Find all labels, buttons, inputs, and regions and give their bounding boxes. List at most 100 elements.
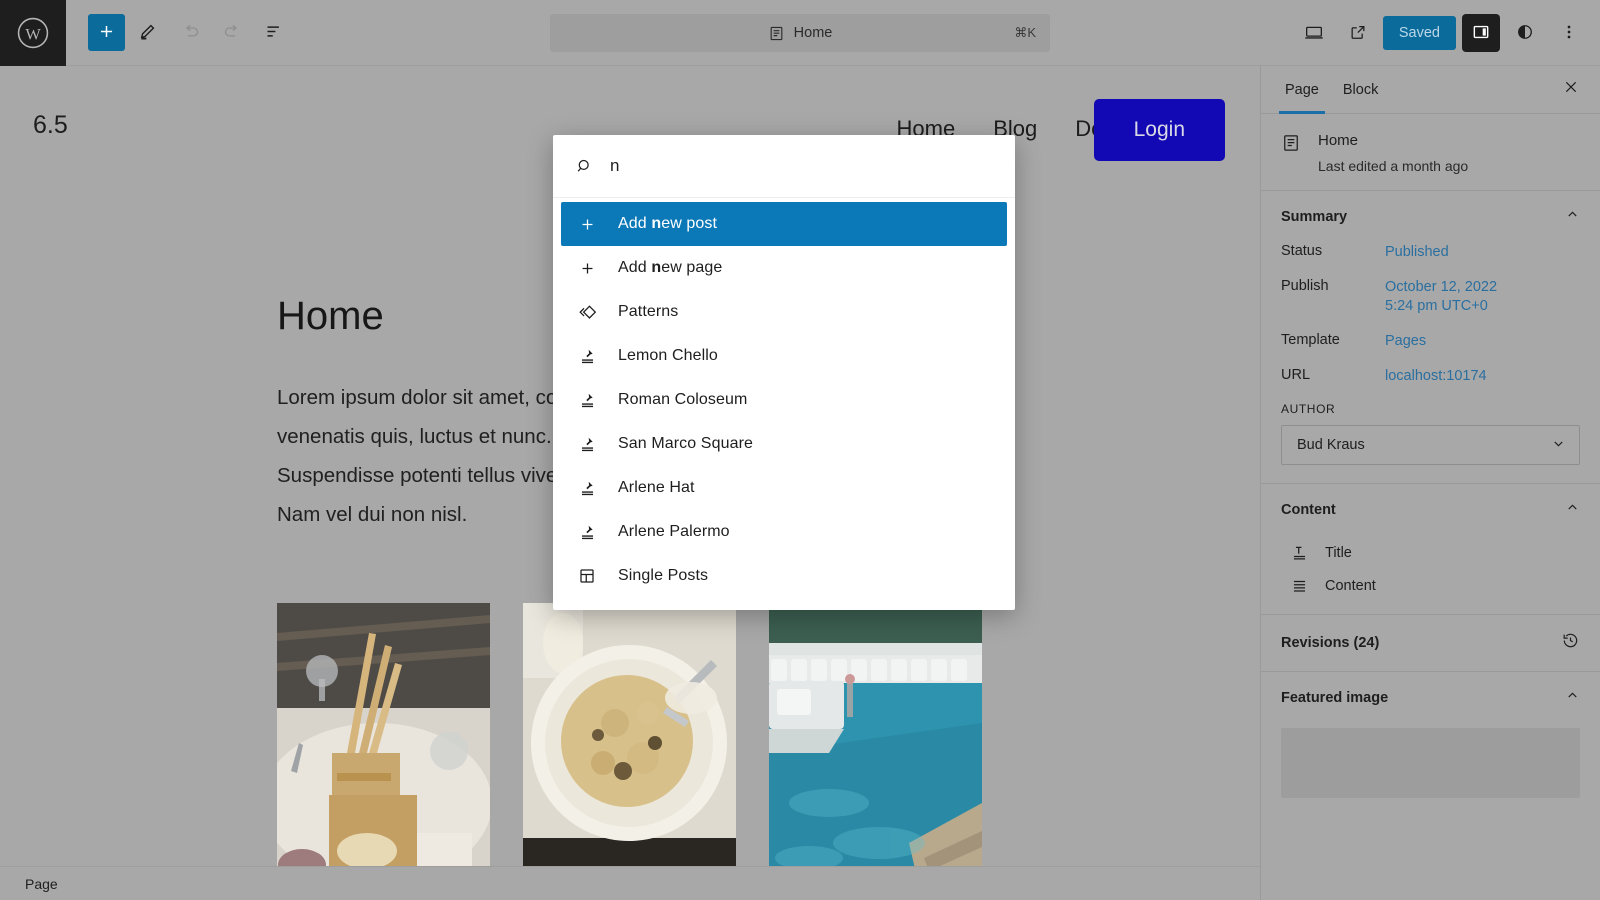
summary-section-header[interactable]: Summary bbox=[1261, 191, 1600, 243]
content-item-content[interactable]: Content bbox=[1261, 569, 1600, 602]
settings-sidebar-toggle[interactable] bbox=[1462, 14, 1500, 52]
saved-button[interactable]: Saved bbox=[1383, 16, 1456, 50]
desktop-preview-button[interactable] bbox=[1295, 14, 1333, 52]
post-pin-icon bbox=[575, 523, 599, 542]
summary-row-publish: Publish October 12, 2022 5:24 pm UTC+0 bbox=[1281, 278, 1580, 316]
patterns-diamond-icon bbox=[575, 303, 599, 322]
more-options-button[interactable] bbox=[1550, 14, 1588, 52]
list-view-icon bbox=[264, 21, 285, 45]
sidebar-panel-icon bbox=[1471, 22, 1491, 45]
command-palette-list: Add new post Add new page Patterns bbox=[553, 198, 1015, 610]
featured-image-section-header[interactable]: Featured image bbox=[1261, 672, 1600, 724]
command-item-label: Patterns bbox=[618, 303, 678, 321]
plus-icon bbox=[97, 22, 116, 44]
content-title: Content bbox=[1281, 502, 1336, 518]
sidebar-tabs: Page Block bbox=[1261, 66, 1600, 114]
restaurant-table-breadsticks-photo[interactable] bbox=[277, 603, 490, 866]
command-bar-title: Home bbox=[794, 25, 833, 41]
row-label: Publish bbox=[1281, 278, 1385, 294]
document-last-edited: Last edited a month ago bbox=[1318, 158, 1468, 174]
summary-row-status: Status Published bbox=[1281, 243, 1580, 262]
author-value: Bud Kraus bbox=[1297, 437, 1365, 453]
row-label: Status bbox=[1281, 243, 1385, 259]
url-value[interactable]: localhost:10174 bbox=[1385, 367, 1487, 386]
command-item-arlene-hat[interactable]: Arlene Hat bbox=[561, 466, 1007, 510]
content-item-label: Title bbox=[1325, 545, 1352, 561]
command-item-patterns[interactable]: Patterns bbox=[561, 290, 1007, 334]
tab-block[interactable]: Block bbox=[1331, 66, 1390, 114]
command-item-label: Arlene Hat bbox=[618, 479, 695, 497]
image-gallery bbox=[277, 603, 982, 866]
title-block-icon bbox=[1287, 543, 1311, 562]
redo-arrow-icon bbox=[222, 21, 243, 45]
command-item-label: Lemon Chello bbox=[618, 347, 718, 365]
document-summary-row[interactable]: Home Last edited a month ago bbox=[1261, 114, 1600, 191]
settings-sidebar: Page Block Home Last edited a month ago bbox=[1260, 66, 1600, 900]
summary-title: Summary bbox=[1281, 209, 1347, 225]
pencil-icon bbox=[138, 21, 158, 44]
content-item-label: Content bbox=[1325, 578, 1376, 594]
chevron-down-icon bbox=[1551, 436, 1566, 455]
plus-icon bbox=[575, 260, 599, 277]
login-button[interactable]: Login bbox=[1094, 99, 1225, 161]
search-magnifier-icon bbox=[575, 157, 594, 176]
three-dots-vertical-icon bbox=[1559, 22, 1579, 45]
redo-button[interactable] bbox=[213, 14, 251, 52]
editor-status-bar: Page bbox=[0, 866, 1260, 900]
view-site-button[interactable] bbox=[1339, 14, 1377, 52]
status-value[interactable]: Published bbox=[1385, 243, 1449, 262]
command-palette-search-row bbox=[553, 135, 1015, 198]
chevron-up-icon bbox=[1565, 500, 1580, 520]
styles-button[interactable] bbox=[1506, 14, 1544, 52]
command-bar-shortcut: ⌘K bbox=[1014, 25, 1036, 41]
summary-row-url: URL localhost:10174 bbox=[1281, 367, 1580, 386]
command-bar-button[interactable]: Home ⌘K bbox=[550, 14, 1050, 52]
command-item-label: Single Posts bbox=[618, 567, 708, 585]
view-site-external-icon bbox=[1348, 22, 1368, 45]
risotto-plate-photo[interactable] bbox=[523, 603, 736, 866]
template-layout-icon bbox=[575, 567, 599, 585]
chevron-up-icon bbox=[1565, 207, 1580, 227]
document-overview-button[interactable] bbox=[255, 14, 293, 52]
add-block-button[interactable] bbox=[88, 14, 125, 51]
command-palette-search-input[interactable] bbox=[610, 156, 995, 176]
content-items: Title Content bbox=[1261, 536, 1600, 614]
command-item-add-new-page[interactable]: Add new page bbox=[561, 246, 1007, 290]
command-item-lemon-chello[interactable]: Lemon Chello bbox=[561, 334, 1007, 378]
chevron-up-icon bbox=[1565, 688, 1580, 708]
tab-label: Page bbox=[1285, 82, 1319, 98]
command-item-san-marco-square[interactable]: San Marco Square bbox=[561, 422, 1007, 466]
command-item-add-new-post[interactable]: Add new post bbox=[561, 202, 1007, 246]
close-sidebar-button[interactable] bbox=[1556, 75, 1586, 105]
featured-image-thumbnail[interactable] bbox=[1281, 728, 1580, 798]
post-pin-icon bbox=[575, 435, 599, 454]
content-item-title[interactable]: Title bbox=[1261, 536, 1600, 569]
command-item-arlene-palermo[interactable]: Arlene Palermo bbox=[561, 510, 1007, 554]
command-item-label: Add new page bbox=[618, 259, 722, 277]
content-lines-icon bbox=[1287, 576, 1311, 595]
status-bar-label: Page bbox=[25, 876, 58, 892]
undo-arrow-icon bbox=[180, 21, 201, 45]
edit-tool-button[interactable] bbox=[129, 14, 167, 52]
revisions-section[interactable]: Revisions (24) bbox=[1261, 615, 1600, 671]
command-item-roman-coloseum[interactable]: Roman Coloseum bbox=[561, 378, 1007, 422]
revisions-title: Revisions (24) bbox=[1281, 635, 1379, 651]
wordpress-block-editor: W bbox=[0, 0, 1600, 900]
wordpress-logo-button[interactable]: W bbox=[0, 0, 66, 66]
publish-value[interactable]: October 12, 2022 5:24 pm UTC+0 bbox=[1385, 278, 1497, 316]
editor-toolbar: W bbox=[0, 0, 1600, 66]
command-item-single-posts[interactable]: Single Posts bbox=[561, 554, 1007, 598]
command-item-label: Arlene Palermo bbox=[618, 523, 730, 541]
author-field-label: AUTHOR bbox=[1281, 402, 1580, 416]
tab-page[interactable]: Page bbox=[1273, 66, 1331, 114]
page-document-icon bbox=[1281, 133, 1301, 174]
post-pin-icon bbox=[575, 391, 599, 410]
wordpress-logo-icon: W bbox=[16, 16, 50, 50]
undo-button[interactable] bbox=[171, 14, 209, 52]
harbor-boats-photo[interactable] bbox=[769, 603, 982, 866]
template-value[interactable]: Pages bbox=[1385, 332, 1426, 351]
post-pin-icon bbox=[575, 479, 599, 498]
row-label: Template bbox=[1281, 332, 1385, 348]
content-section-header[interactable]: Content bbox=[1261, 484, 1600, 536]
author-select[interactable]: Bud Kraus bbox=[1281, 425, 1580, 465]
